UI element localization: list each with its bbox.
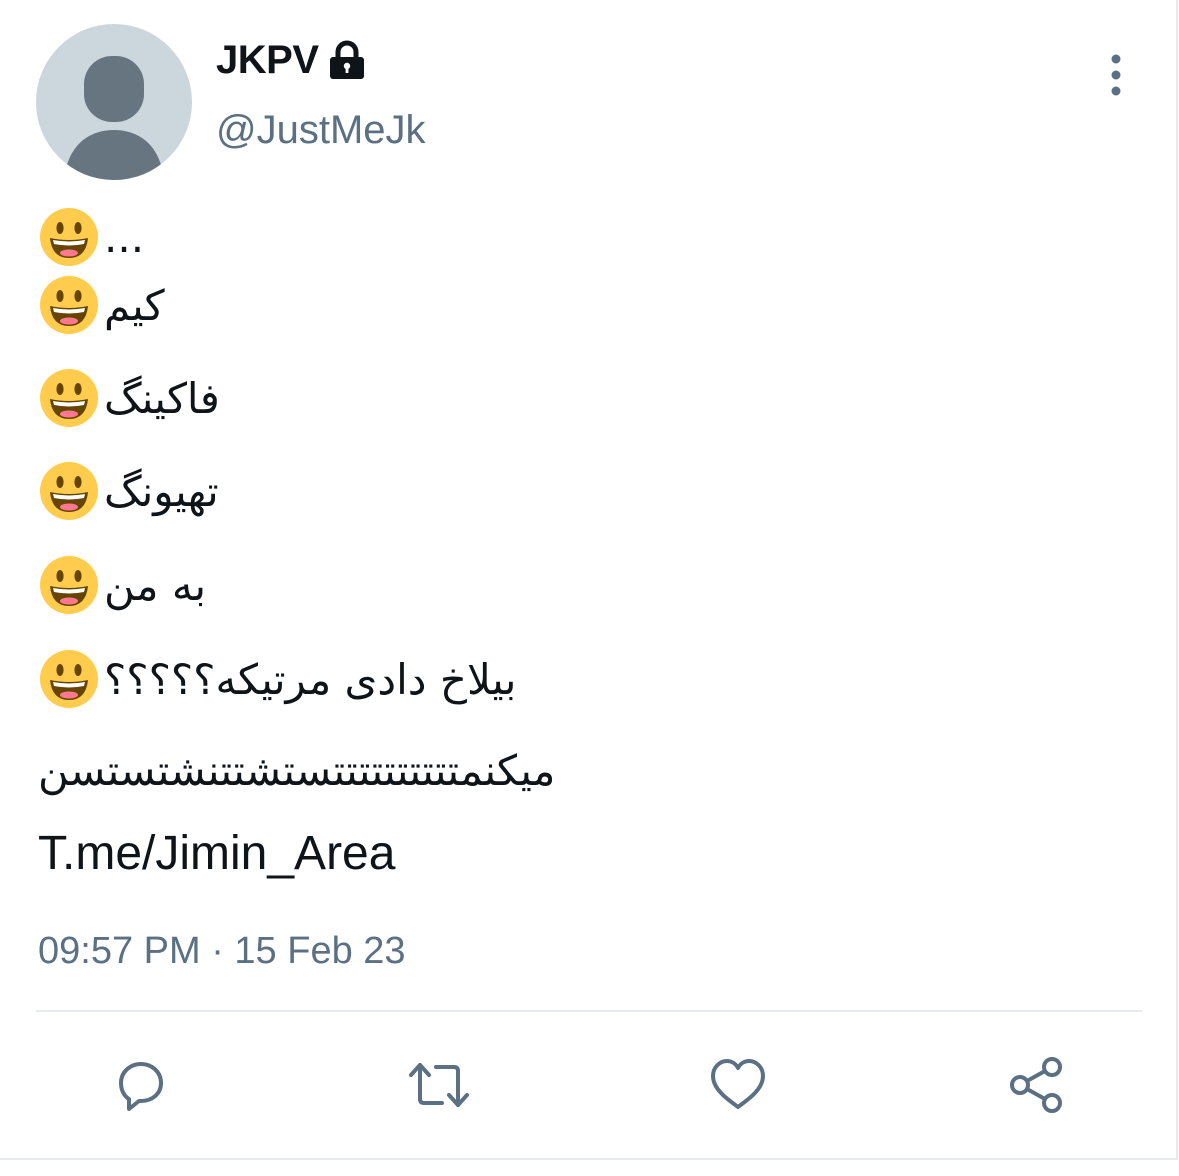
default-avatar-icon xyxy=(64,56,164,180)
tweet-line-text: کیم xyxy=(104,280,165,330)
grinning-face-emoji xyxy=(40,208,98,266)
share-icon xyxy=(1010,1057,1062,1113)
tweet-timestamp[interactable]: 09:57 PM · 15 Feb 23 xyxy=(38,930,406,973)
tweet-line-text: فاکینگ xyxy=(104,373,220,423)
grinning-face-emoji xyxy=(40,369,98,427)
tweet-card: JKPV @JustMeJk ... کیم فاکینگ تهیونگ به … xyxy=(0,0,1178,1160)
display-name[interactable]: JKPV xyxy=(216,38,319,83)
avatar[interactable] xyxy=(36,24,192,180)
tweet-line: تهیونگ xyxy=(38,460,219,522)
retweet-button[interactable] xyxy=(404,1050,474,1120)
lock-icon xyxy=(329,40,364,79)
reply-button[interactable] xyxy=(106,1050,176,1120)
divider xyxy=(36,1010,1142,1012)
tweet-line-text: تهیونگ xyxy=(104,466,219,516)
more-options-button[interactable] xyxy=(1094,50,1138,100)
tweet-line: ... xyxy=(38,206,144,268)
handle[interactable]: @JustMeJk xyxy=(216,108,426,153)
grinning-face-emoji xyxy=(40,556,98,614)
tweet-line-text: بیلاخ دادی مرتیکه؟؟؟؟؟ xyxy=(104,654,517,704)
tweet-line-text: به من xyxy=(104,560,207,610)
grinning-face-emoji xyxy=(40,276,98,334)
share-button[interactable] xyxy=(1002,1050,1072,1120)
tweet-line: بیلاخ دادی مرتیکه؟؟؟؟؟ xyxy=(38,648,516,710)
tweet-line: فاکینگ xyxy=(38,367,220,429)
reply-icon xyxy=(119,1062,163,1111)
tweet-line: به من xyxy=(38,554,206,616)
tweet-link[interactable]: T.me/Jimin_Area xyxy=(38,826,395,881)
grinning-face-emoji xyxy=(40,650,98,708)
tweet-line-text: ... xyxy=(104,212,145,262)
grinning-face-emoji xyxy=(40,462,98,520)
more-vertical-icon xyxy=(1111,54,1121,96)
heart-icon xyxy=(711,1059,765,1109)
action-bar xyxy=(0,1050,1176,1120)
retweet-icon xyxy=(409,1063,469,1107)
tweet-line-text: میکنمتتتتتتتتتتستشتتنشتستسن xyxy=(38,746,556,795)
tweet-line: کیم xyxy=(38,274,165,336)
author-name-row: JKPV xyxy=(216,38,367,83)
like-button[interactable] xyxy=(703,1050,773,1120)
